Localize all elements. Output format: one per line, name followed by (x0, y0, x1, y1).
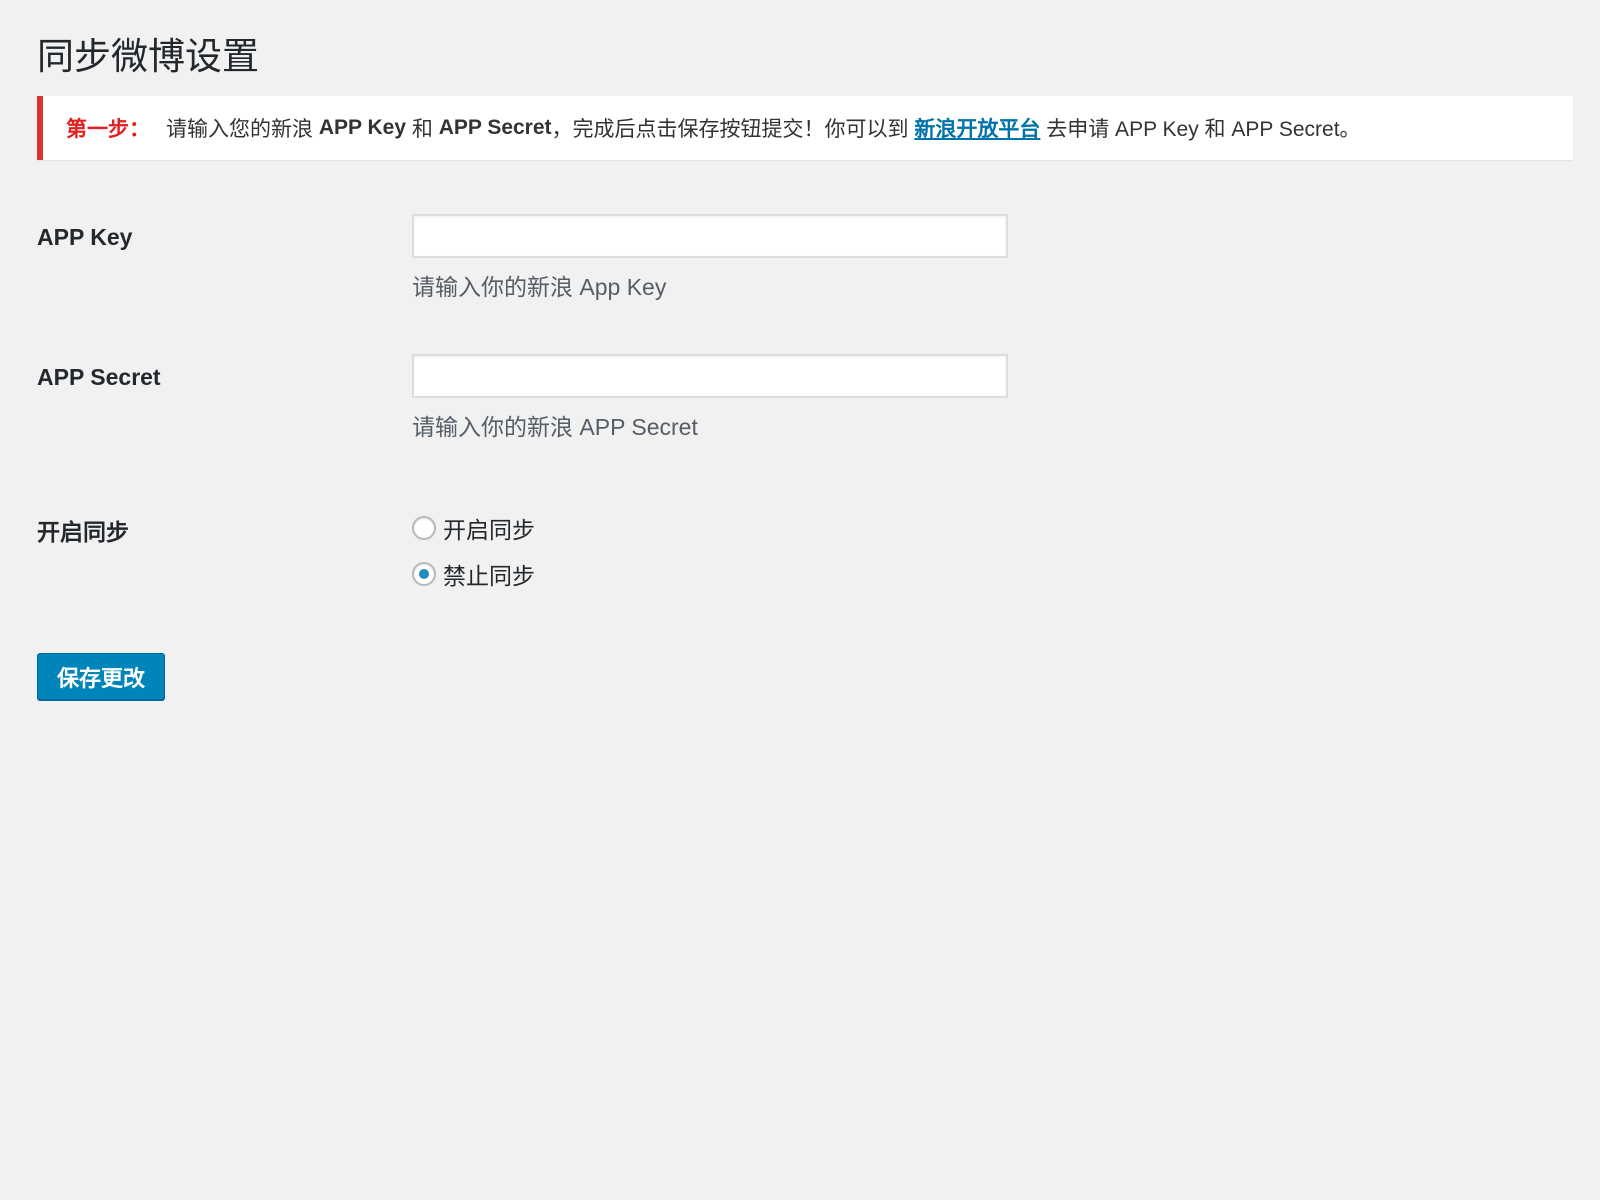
app-key-field-group: 请输入你的新浪 App Key (412, 214, 1008, 302)
page-title: 同步微博设置 (37, 36, 259, 77)
settings-page: 同步微博设置 第一步： 请输入您的新浪 APP Key 和 APP Secret… (37, 0, 1573, 700)
app-key-input[interactable] (412, 214, 1008, 258)
notice-text-3: ，完成后点击保存按钮提交！你可以到 (551, 118, 915, 141)
save-changes-button[interactable]: 保存更改 (37, 653, 165, 700)
app-secret-label: APP Secret (37, 364, 161, 390)
radio-enable-sync-circle[interactable] (412, 516, 436, 540)
sync-radio-group: 开启同步 禁止同步 (412, 513, 535, 605)
notice-banner: 第一步： 请输入您的新浪 APP Key 和 APP Secret ，完成后点击… (37, 96, 1573, 160)
sina-open-platform-link[interactable]: 新浪开放平台 (914, 113, 1040, 143)
notice-text-1: 请输入您的新浪 (166, 118, 319, 141)
radio-enable-sync-label: 开启同步 (443, 517, 535, 543)
app-key-label: APP Key (37, 224, 133, 250)
notice-text-2: 和 (406, 118, 439, 141)
notice-text-4: 去申请 APP Key 和 APP Secret。 (1040, 118, 1361, 141)
app-secret-field-group: 请输入你的新浪 APP Secret (412, 354, 1008, 442)
notice-bold-app-secret: APP Secret (438, 116, 552, 139)
notice-bold-app-key: APP Key (318, 116, 407, 139)
app-secret-description: 请输入你的新浪 APP Secret (412, 414, 698, 440)
app-secret-input[interactable] (412, 354, 1008, 398)
radio-disable-sync-label: 禁止同步 (443, 563, 535, 589)
sync-label: 开启同步 (37, 519, 129, 545)
app-key-description: 请输入你的新浪 App Key (412, 274, 667, 300)
radio-enable-sync[interactable]: 开启同步 (412, 513, 535, 543)
radio-disable-sync-circle[interactable] (412, 562, 436, 586)
notice-step-label: 第一步： (66, 118, 150, 141)
radio-disable-sync[interactable]: 禁止同步 (412, 559, 535, 589)
